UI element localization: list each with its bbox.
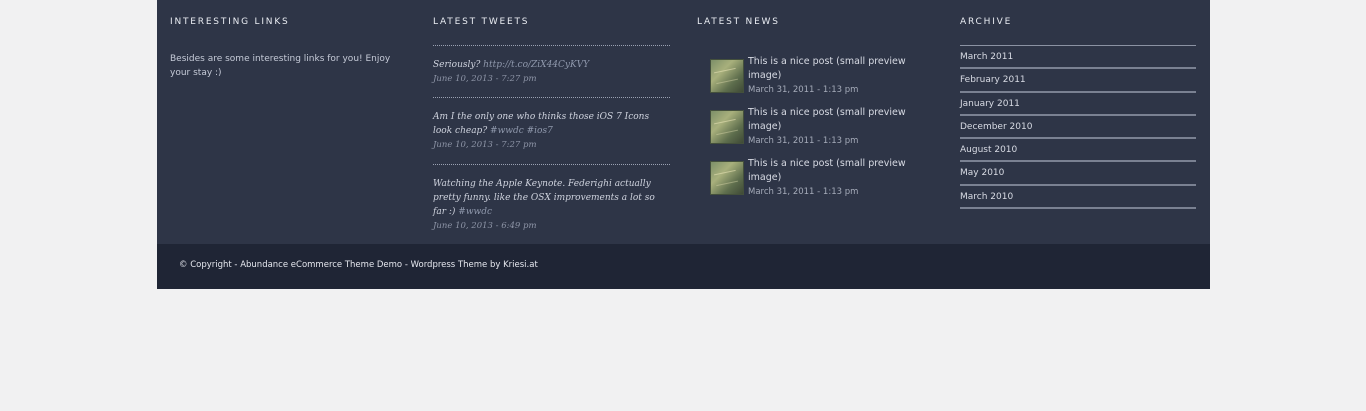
news-date: March 31, 2011 - 1:13 pm bbox=[748, 136, 859, 146]
news-item[interactable]: This is a nice post (small preview image… bbox=[710, 157, 930, 203]
news-thumbnail[interactable] bbox=[710, 161, 744, 195]
latest-tweets-title: LATEST TWEETS bbox=[433, 17, 530, 27]
tweet-link[interactable]: #wwdc #ios7 bbox=[490, 126, 553, 136]
archive-link[interactable]: May 2010 bbox=[960, 162, 1196, 186]
news-date: March 31, 2011 - 1:13 pm bbox=[748, 187, 859, 197]
tweet-link[interactable]: http://t.co/ZiX44CyKVY bbox=[483, 60, 589, 70]
tweet-item: Watching the Apple Keynote. Federighi ac… bbox=[433, 164, 670, 233]
news-title-link[interactable]: This is a nice post (small preview image… bbox=[748, 55, 928, 83]
archive-link[interactable]: March 2011 bbox=[960, 46, 1196, 70]
latest-news-title: LATEST NEWS bbox=[697, 17, 780, 27]
copyright-text: © Copyright - Abundance eCommerce Theme … bbox=[179, 260, 538, 270]
archive-link[interactable]: February 2011 bbox=[960, 69, 1196, 93]
footer-widgets: INTERESTING LINKS Besides are some inter… bbox=[157, 0, 1210, 244]
tweet-item: Seriously? http://t.co/ZiX44CyKVY June 1… bbox=[433, 45, 670, 86]
tweet-text: Am I the only one who thinks those iOS 7… bbox=[433, 110, 670, 138]
tweet-item: Am I the only one who thinks those iOS 7… bbox=[433, 97, 670, 152]
tweet-text: Seriously? http://t.co/ZiX44CyKVY bbox=[433, 58, 670, 72]
news-thumbnail[interactable] bbox=[710, 110, 744, 144]
tweet-date[interactable]: June 10, 2013 - 6:49 pm bbox=[433, 219, 670, 233]
archive-list: March 2011 February 2011 January 2011 De… bbox=[960, 45, 1196, 210]
tweet-body: Seriously? bbox=[433, 60, 481, 70]
news-item[interactable]: This is a nice post (small preview image… bbox=[710, 55, 930, 101]
archive-link[interactable]: December 2010 bbox=[960, 116, 1196, 140]
tweet-link[interactable]: #wwdc bbox=[458, 207, 492, 217]
archive-title: ARCHIVE bbox=[960, 17, 1013, 27]
news-title-link[interactable]: This is a nice post (small preview image… bbox=[748, 157, 928, 185]
interesting-links-title: INTERESTING LINKS bbox=[170, 17, 290, 27]
tweet-date[interactable]: June 10, 2013 - 7:27 pm bbox=[433, 138, 670, 152]
tweet-date[interactable]: June 10, 2013 - 7:27 pm bbox=[433, 72, 670, 86]
news-title-link[interactable]: This is a nice post (small preview image… bbox=[748, 106, 928, 134]
news-thumbnail[interactable] bbox=[710, 59, 744, 93]
tweet-text: Watching the Apple Keynote. Federighi ac… bbox=[433, 177, 670, 219]
copyright-bar: © Copyright - Abundance eCommerce Theme … bbox=[157, 244, 1210, 289]
archive-link[interactable]: January 2011 bbox=[960, 93, 1196, 116]
news-item[interactable]: This is a nice post (small preview image… bbox=[710, 106, 930, 152]
news-date: March 31, 2011 - 1:13 pm bbox=[748, 85, 859, 95]
archive-link[interactable]: March 2010 bbox=[960, 186, 1196, 210]
archive-link[interactable]: August 2010 bbox=[960, 139, 1196, 163]
interesting-links-text: Besides are some interesting links for y… bbox=[170, 54, 391, 78]
